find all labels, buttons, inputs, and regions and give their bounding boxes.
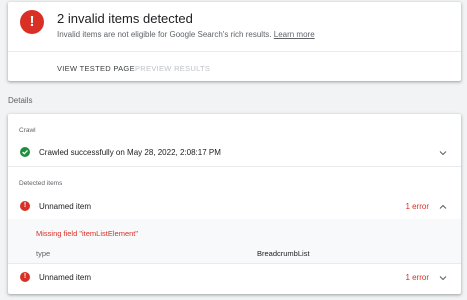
divider: [8, 51, 461, 52]
details-card: Crawl Crawled successfully on May 28, 20…: [8, 114, 461, 294]
chevron-down-icon[interactable]: [439, 150, 447, 156]
issue-message[interactable]: Missing field "itemListElement": [36, 229, 138, 238]
check-circle-icon: [20, 147, 30, 157]
detected-items-label: Detected items: [19, 180, 63, 187]
summary-subtitle: Invalid items are not eligible for Googl…: [57, 30, 315, 39]
error-icon: !: [20, 201, 30, 211]
field-value: BreadcrumbList: [257, 249, 310, 258]
crawl-section-label: Crawl: [19, 127, 36, 134]
error-count: 1 error: [405, 202, 429, 211]
divider: [8, 263, 461, 264]
chevron-up-icon[interactable]: [439, 204, 447, 210]
error-icon: !: [20, 10, 44, 34]
preview-results-button[interactable]: PREVIEW RESULTS: [135, 64, 210, 73]
item-name: Unnamed item: [39, 273, 92, 282]
learn-more-link[interactable]: Learn more: [274, 30, 315, 39]
summary-title: 2 invalid items detected: [57, 11, 193, 26]
chevron-down-icon[interactable]: [439, 275, 447, 281]
field-key: type: [36, 249, 51, 258]
view-tested-page-button[interactable]: VIEW TESTED PAGE: [57, 64, 135, 73]
details-heading: Details: [8, 96, 33, 105]
error-icon: !: [20, 272, 30, 282]
crawl-status: Crawled successfully on May 28, 2022, 2:…: [39, 148, 221, 157]
error-count: 1 error: [405, 273, 429, 282]
item-details-panel: [8, 219, 461, 263]
divider: [8, 166, 461, 167]
summary-card: ! 2 invalid items detected Invalid items…: [8, 2, 461, 81]
item-name: Unnamed item: [39, 202, 92, 211]
summary-subtitle-text: Invalid items are not eligible for Googl…: [57, 30, 272, 39]
